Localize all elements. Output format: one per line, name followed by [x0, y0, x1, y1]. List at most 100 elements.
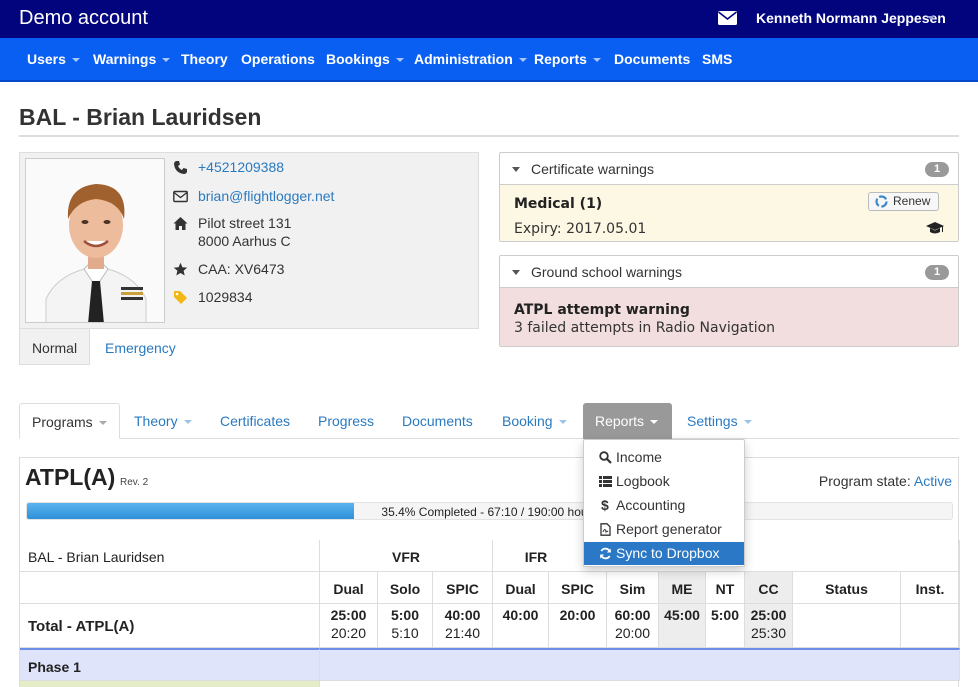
atpl-warning-title: ATPL attempt warning	[514, 302, 690, 318]
vfr-header: VFR	[320, 540, 493, 572]
col-inst: Inst.	[901, 572, 960, 604]
ground-school-warnings-title: Ground school warnings	[531, 264, 682, 280]
nav-theory[interactable]: Theory	[181, 51, 228, 67]
tab-certificates[interactable]: Certificates	[220, 403, 290, 439]
col-vfr-solo: Solo	[378, 572, 433, 604]
ground-school-warnings-panel: Ground school warnings 1 ATPL attempt wa…	[499, 255, 959, 347]
chevron-down-icon	[183, 420, 192, 425]
list-icon	[599, 476, 612, 487]
nav-sms[interactable]: SMS	[702, 51, 732, 67]
certificate-warnings-title: Certificate warnings	[531, 161, 654, 177]
chevron-down-icon	[743, 420, 752, 425]
nav-users[interactable]: Users	[27, 51, 80, 67]
menu-item-sync-dropbox[interactable]: Sync to Dropbox	[584, 542, 744, 565]
total-cell: 25:00 25:30	[745, 604, 793, 648]
total-cell: 25:00 20:20	[320, 604, 378, 648]
progress-label: 35.4% Completed - 67:10 / 190:00 hours	[381, 505, 598, 519]
tab-booking[interactable]: Booking	[502, 403, 567, 439]
medical-warning: Medical (1) Expiry: 2017.05.01 Renew	[500, 185, 958, 241]
chevron-down-icon	[650, 420, 659, 425]
menu-item-report-generator[interactable]: Report generator	[584, 518, 744, 541]
nav-operations[interactable]: Operations	[241, 51, 315, 67]
tab-progress[interactable]: Progress	[318, 403, 374, 439]
top-bar: Demo account Kenneth Normann Jeppesen	[0, 0, 978, 38]
main-nav: Users Warnings Theory Operations Booking…	[0, 38, 978, 82]
nav-administration[interactable]: Administration	[414, 51, 527, 67]
student-tabs: Programs Theory Certificates Progress Do…	[19, 403, 959, 439]
menu-item-income[interactable]: Income	[584, 446, 744, 469]
file-pdf-icon	[600, 523, 611, 536]
student-name-cell: BAL - Brian Lauridsen	[20, 540, 320, 572]
header-spacer	[20, 572, 320, 604]
menu-item-logbook[interactable]: Logbook	[584, 470, 744, 493]
email-link[interactable]: brian@flightlogger.net	[198, 188, 334, 204]
tag-icon	[174, 291, 187, 304]
total-status-cell	[793, 604, 901, 648]
address-line1: Pilot street 131	[198, 215, 292, 231]
address-line2: 8000 Aarhus C	[198, 233, 291, 249]
total-cell: 60:00 20:00	[607, 604, 659, 648]
medical-title: Medical (1)	[514, 196, 603, 212]
home-icon	[173, 217, 188, 230]
lesson-row	[20, 681, 320, 687]
tab-reports[interactable]: Reports	[583, 403, 672, 439]
caret-down-icon[interactable]	[512, 167, 520, 172]
tab-theory[interactable]: Theory	[134, 403, 192, 439]
program-panel: ATPL(A) Rev. 2 Program state: Active 35.…	[19, 457, 960, 687]
col-vfr-spic: SPIC	[433, 572, 493, 604]
program-state-value[interactable]: Active	[914, 473, 952, 489]
col-ifr-spic: SPIC	[549, 572, 607, 604]
certificate-warnings-panel: Certificate warnings 1 Medical (1) Expir…	[499, 152, 959, 242]
chevron-down-icon	[162, 58, 171, 63]
program-name: ATPL(A)	[25, 464, 116, 490]
count-badge: 1	[925, 265, 949, 280]
search-icon	[599, 451, 612, 464]
chevron-down-icon	[558, 420, 567, 425]
tab-programs[interactable]: Programs	[19, 403, 120, 439]
pilot-portrait-icon	[26, 159, 164, 322]
program-state: Program state: Active	[818, 473, 952, 489]
ground-school-warnings-header[interactable]: Ground school warnings 1	[500, 256, 958, 288]
chevron-down-icon	[98, 421, 107, 426]
nav-bookings[interactable]: Bookings	[326, 51, 404, 67]
graduation-cap-icon[interactable]	[926, 222, 944, 234]
phone-icon	[174, 161, 187, 174]
profile-photo	[25, 158, 165, 323]
nav-reports[interactable]: Reports	[534, 51, 601, 67]
program-progress-bar: 35.4% Completed - 67:10 / 190:00 hours	[26, 502, 953, 520]
medical-expiry: Expiry: 2017.05.01	[514, 221, 647, 237]
page-title: BAL - Brian Lauridsen	[19, 104, 262, 130]
chevron-down-icon	[395, 58, 404, 63]
atpl-warning-text: 3 failed attempts in Radio Navigation	[514, 320, 776, 336]
total-inst-cell	[901, 604, 960, 648]
recycle-icon	[875, 195, 888, 208]
col-vfr-dual: Dual	[320, 572, 378, 604]
total-cell: 5:00	[706, 604, 745, 648]
account-name[interactable]: Demo account	[19, 7, 148, 30]
col-sim: Sim	[607, 572, 659, 604]
renew-button[interactable]: Renew	[868, 192, 939, 211]
phone-link[interactable]: +4521209388	[198, 159, 284, 175]
caret-down-icon[interactable]	[512, 270, 520, 275]
chevron-down-icon	[71, 58, 80, 63]
tag-number: 1029834	[198, 289, 253, 305]
chevron-down-icon	[592, 58, 601, 63]
title-divider	[19, 135, 959, 137]
tab-normal[interactable]: Normal	[19, 329, 90, 365]
user-menu-caret-icon[interactable]	[927, 16, 935, 20]
envelope-icon[interactable]	[718, 11, 737, 25]
star-icon	[173, 262, 188, 276]
user-menu[interactable]: Kenneth Normann Jeppesen	[756, 10, 946, 26]
tab-settings[interactable]: Settings	[687, 403, 752, 439]
tab-emergency[interactable]: Emergency	[105, 329, 176, 365]
nav-documents[interactable]: Documents	[614, 51, 690, 67]
col-nt: NT	[706, 572, 745, 604]
tab-documents[interactable]: Documents	[402, 403, 473, 439]
nav-warnings[interactable]: Warnings	[93, 51, 171, 67]
certificate-warnings-header[interactable]: Certificate warnings 1	[500, 153, 958, 185]
phase-row-label[interactable]: Phase 1	[20, 648, 320, 681]
total-cell: 40:00 21:40	[433, 604, 493, 648]
total-cell: 45:00	[659, 604, 706, 648]
total-cell: 20:00	[549, 604, 607, 648]
menu-item-accounting[interactable]: $ Accounting	[584, 494, 744, 517]
